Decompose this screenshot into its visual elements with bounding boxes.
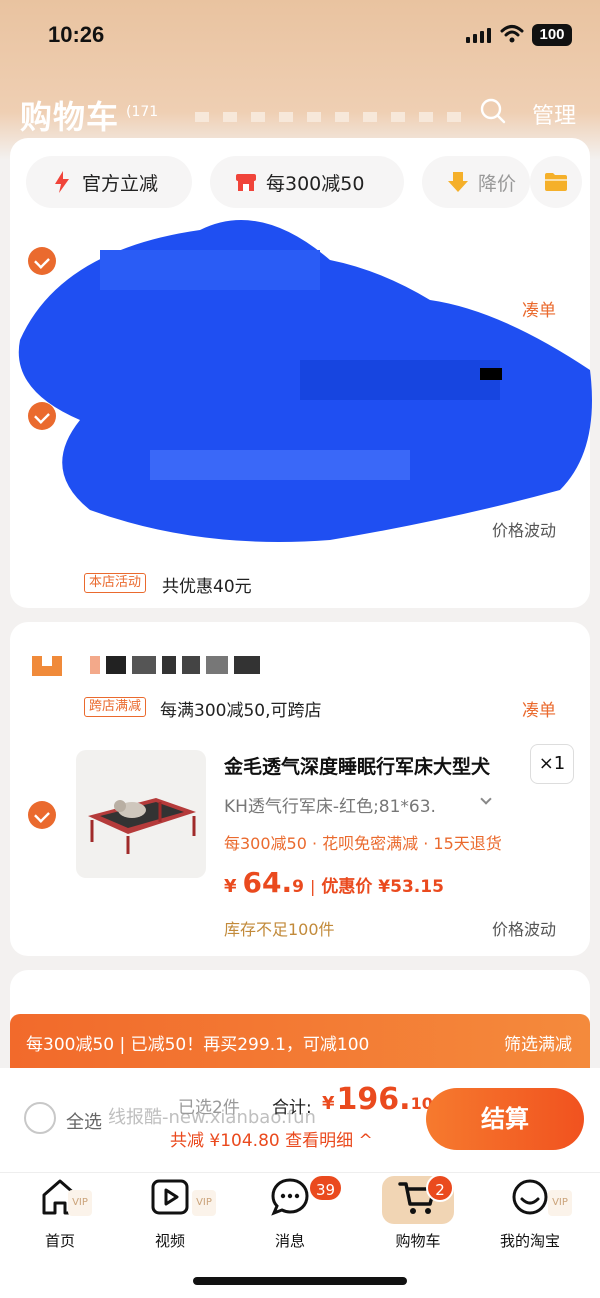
video-icon: [151, 1179, 189, 1215]
stock-notice: 库存不足100件: [224, 920, 335, 939]
battery-icon: 100: [532, 24, 572, 46]
select-all-checkbox[interactable]: [24, 1102, 56, 1134]
redacted-shop-name: [90, 656, 260, 674]
folder-icon: [545, 173, 567, 191]
status-bar: 10:26 100: [0, 18, 600, 58]
quantity-selector[interactable]: ×1: [530, 744, 574, 784]
product-perks: 每300减50 · 花呗免密满减 · 15天退货: [224, 834, 502, 853]
checkout-button[interactable]: 结算: [426, 1088, 584, 1150]
redaction-overlay: [18, 220, 592, 542]
shop-logo: [32, 656, 62, 676]
selected-count: 已选2件: [178, 1098, 240, 1118]
product-image[interactable]: [76, 750, 206, 878]
smiley-avatar-icon: [512, 1179, 548, 1215]
discount-price: 优惠价 ¥53.15: [321, 877, 444, 897]
vip-badge: VIP: [548, 1190, 572, 1216]
product-title[interactable]: 金毛透气深度睡眠行军床大型犬: [224, 752, 520, 779]
cart-badge: 2: [426, 1174, 454, 1202]
tab-label: 首页: [44, 1232, 75, 1250]
price-fluctuation-link[interactable]: 价格波动: [492, 916, 556, 940]
item-checkbox[interactable]: [28, 801, 56, 829]
discount-progress-bar[interactable]: 每300减50 | 已减50！再买299.1，可减100 筛选满减: [10, 1014, 590, 1068]
total-integer: 196.: [336, 1082, 411, 1117]
cellular-signal-icon: [466, 28, 491, 43]
redacted-text: [195, 112, 461, 122]
store-activity-tag: 本店活动: [84, 573, 147, 593]
saving-details-link[interactable]: 共减 ¥104.80 查看明细 ^: [170, 1126, 373, 1151]
add-on-link[interactable]: 凑单: [522, 696, 556, 721]
tab-label: 视频: [154, 1232, 185, 1250]
currency-symbol: ¥: [224, 876, 237, 897]
currency-symbol: ¥: [322, 1093, 335, 1114]
page-title: 购物车: [20, 98, 120, 136]
tab-label: 我的淘宝: [499, 1232, 560, 1250]
tab-home[interactable]: 首页: [10, 1176, 110, 1251]
chat-bubble-icon: [271, 1178, 309, 1216]
total-price: ¥ 196. 10: [322, 1082, 433, 1117]
select-all-label[interactable]: 全选: [66, 1108, 102, 1134]
messages-badge: 39: [308, 1174, 344, 1202]
product-price: ¥ 64. 9 | 优惠价 ¥53.15: [224, 866, 444, 899]
tab-label: 消息: [274, 1232, 305, 1250]
vip-badge: VIP: [192, 1190, 216, 1216]
tab-label: 购物车: [395, 1232, 441, 1250]
vip-badge: VIP: [68, 1190, 92, 1216]
status-time: 10:26: [48, 22, 105, 47]
total-label: 合计:: [272, 1098, 312, 1118]
cross-store-tag: 跨店满减: [84, 697, 147, 717]
discount-progress-text: 每300减50 | 已减50！再买299.1，可减100: [26, 1035, 370, 1055]
wifi-icon: [500, 25, 524, 43]
cart-count: (171: [126, 104, 159, 120]
store-promo-text: 共优惠40元: [162, 577, 252, 597]
manage-button[interactable]: 管理: [532, 98, 576, 130]
search-icon[interactable]: [480, 98, 506, 124]
price-integer: 64.: [242, 866, 293, 899]
sku-selector[interactable]: KH透气行军床-红色;81*63.: [224, 792, 436, 817]
cross-store-promo: 每满300减50,可跨店: [160, 701, 322, 721]
home-indicator: [193, 1277, 407, 1285]
pet-bed-image: [88, 798, 196, 854]
price-decimal: 9: [292, 877, 304, 897]
price-separator: |: [309, 877, 316, 896]
filter-discount-link[interactable]: 筛选满减: [504, 1030, 572, 1055]
